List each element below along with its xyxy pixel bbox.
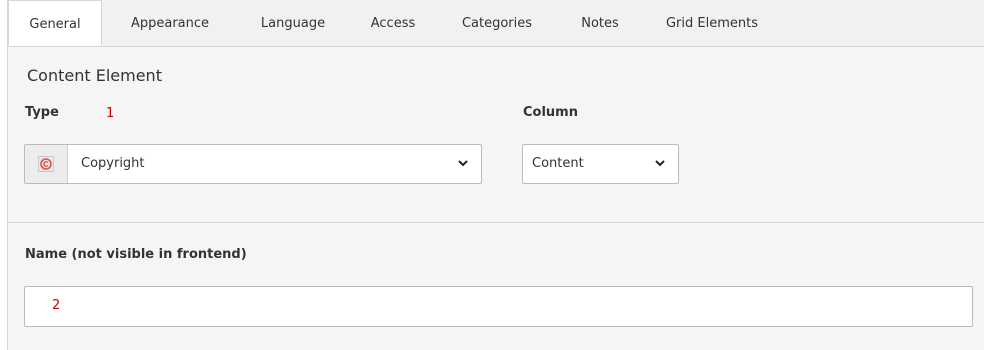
section-divider <box>8 222 984 223</box>
tab-grid-elements[interactable]: Grid Elements <box>645 0 779 46</box>
column-label: Column <box>523 105 578 120</box>
chevron-down-icon <box>655 160 665 167</box>
annotation-marker: 2 <box>52 298 61 313</box>
name-label: Name (not visible in frontend) <box>25 247 247 262</box>
tab-label: Notes <box>581 16 619 31</box>
tab-bar: General Appearance Language Access Categ… <box>8 0 984 47</box>
tab-categories[interactable]: Categories <box>444 0 550 46</box>
tab-general[interactable]: General <box>8 0 102 46</box>
copyright-icon <box>38 156 54 172</box>
tab-label: Grid Elements <box>665 16 758 31</box>
column-select[interactable]: Content <box>522 144 679 184</box>
chevron-down-icon <box>458 160 468 167</box>
type-select-value: Copyright <box>81 156 145 171</box>
tab-label: Language <box>260 16 326 31</box>
name-input[interactable]: 2 <box>24 286 973 327</box>
content-element-form: General Appearance Language Access Categ… <box>7 0 984 350</box>
tab-language[interactable]: Language <box>243 0 343 46</box>
tab-access[interactable]: Access <box>355 0 431 46</box>
tab-appearance[interactable]: Appearance <box>111 0 229 46</box>
tab-label: General <box>29 17 81 32</box>
type-select[interactable]: Copyright <box>24 144 482 184</box>
type-icon-box <box>25 145 68 183</box>
type-label: Type <box>25 105 59 120</box>
tab-label: Categories <box>461 16 533 31</box>
tab-label: Appearance <box>130 16 210 31</box>
section-title: Content Element <box>27 66 162 85</box>
annotation-marker: 1 <box>106 106 115 121</box>
tab-notes[interactable]: Notes <box>564 0 636 46</box>
column-select-value: Content <box>532 156 584 171</box>
tab-label: Access <box>370 16 416 31</box>
